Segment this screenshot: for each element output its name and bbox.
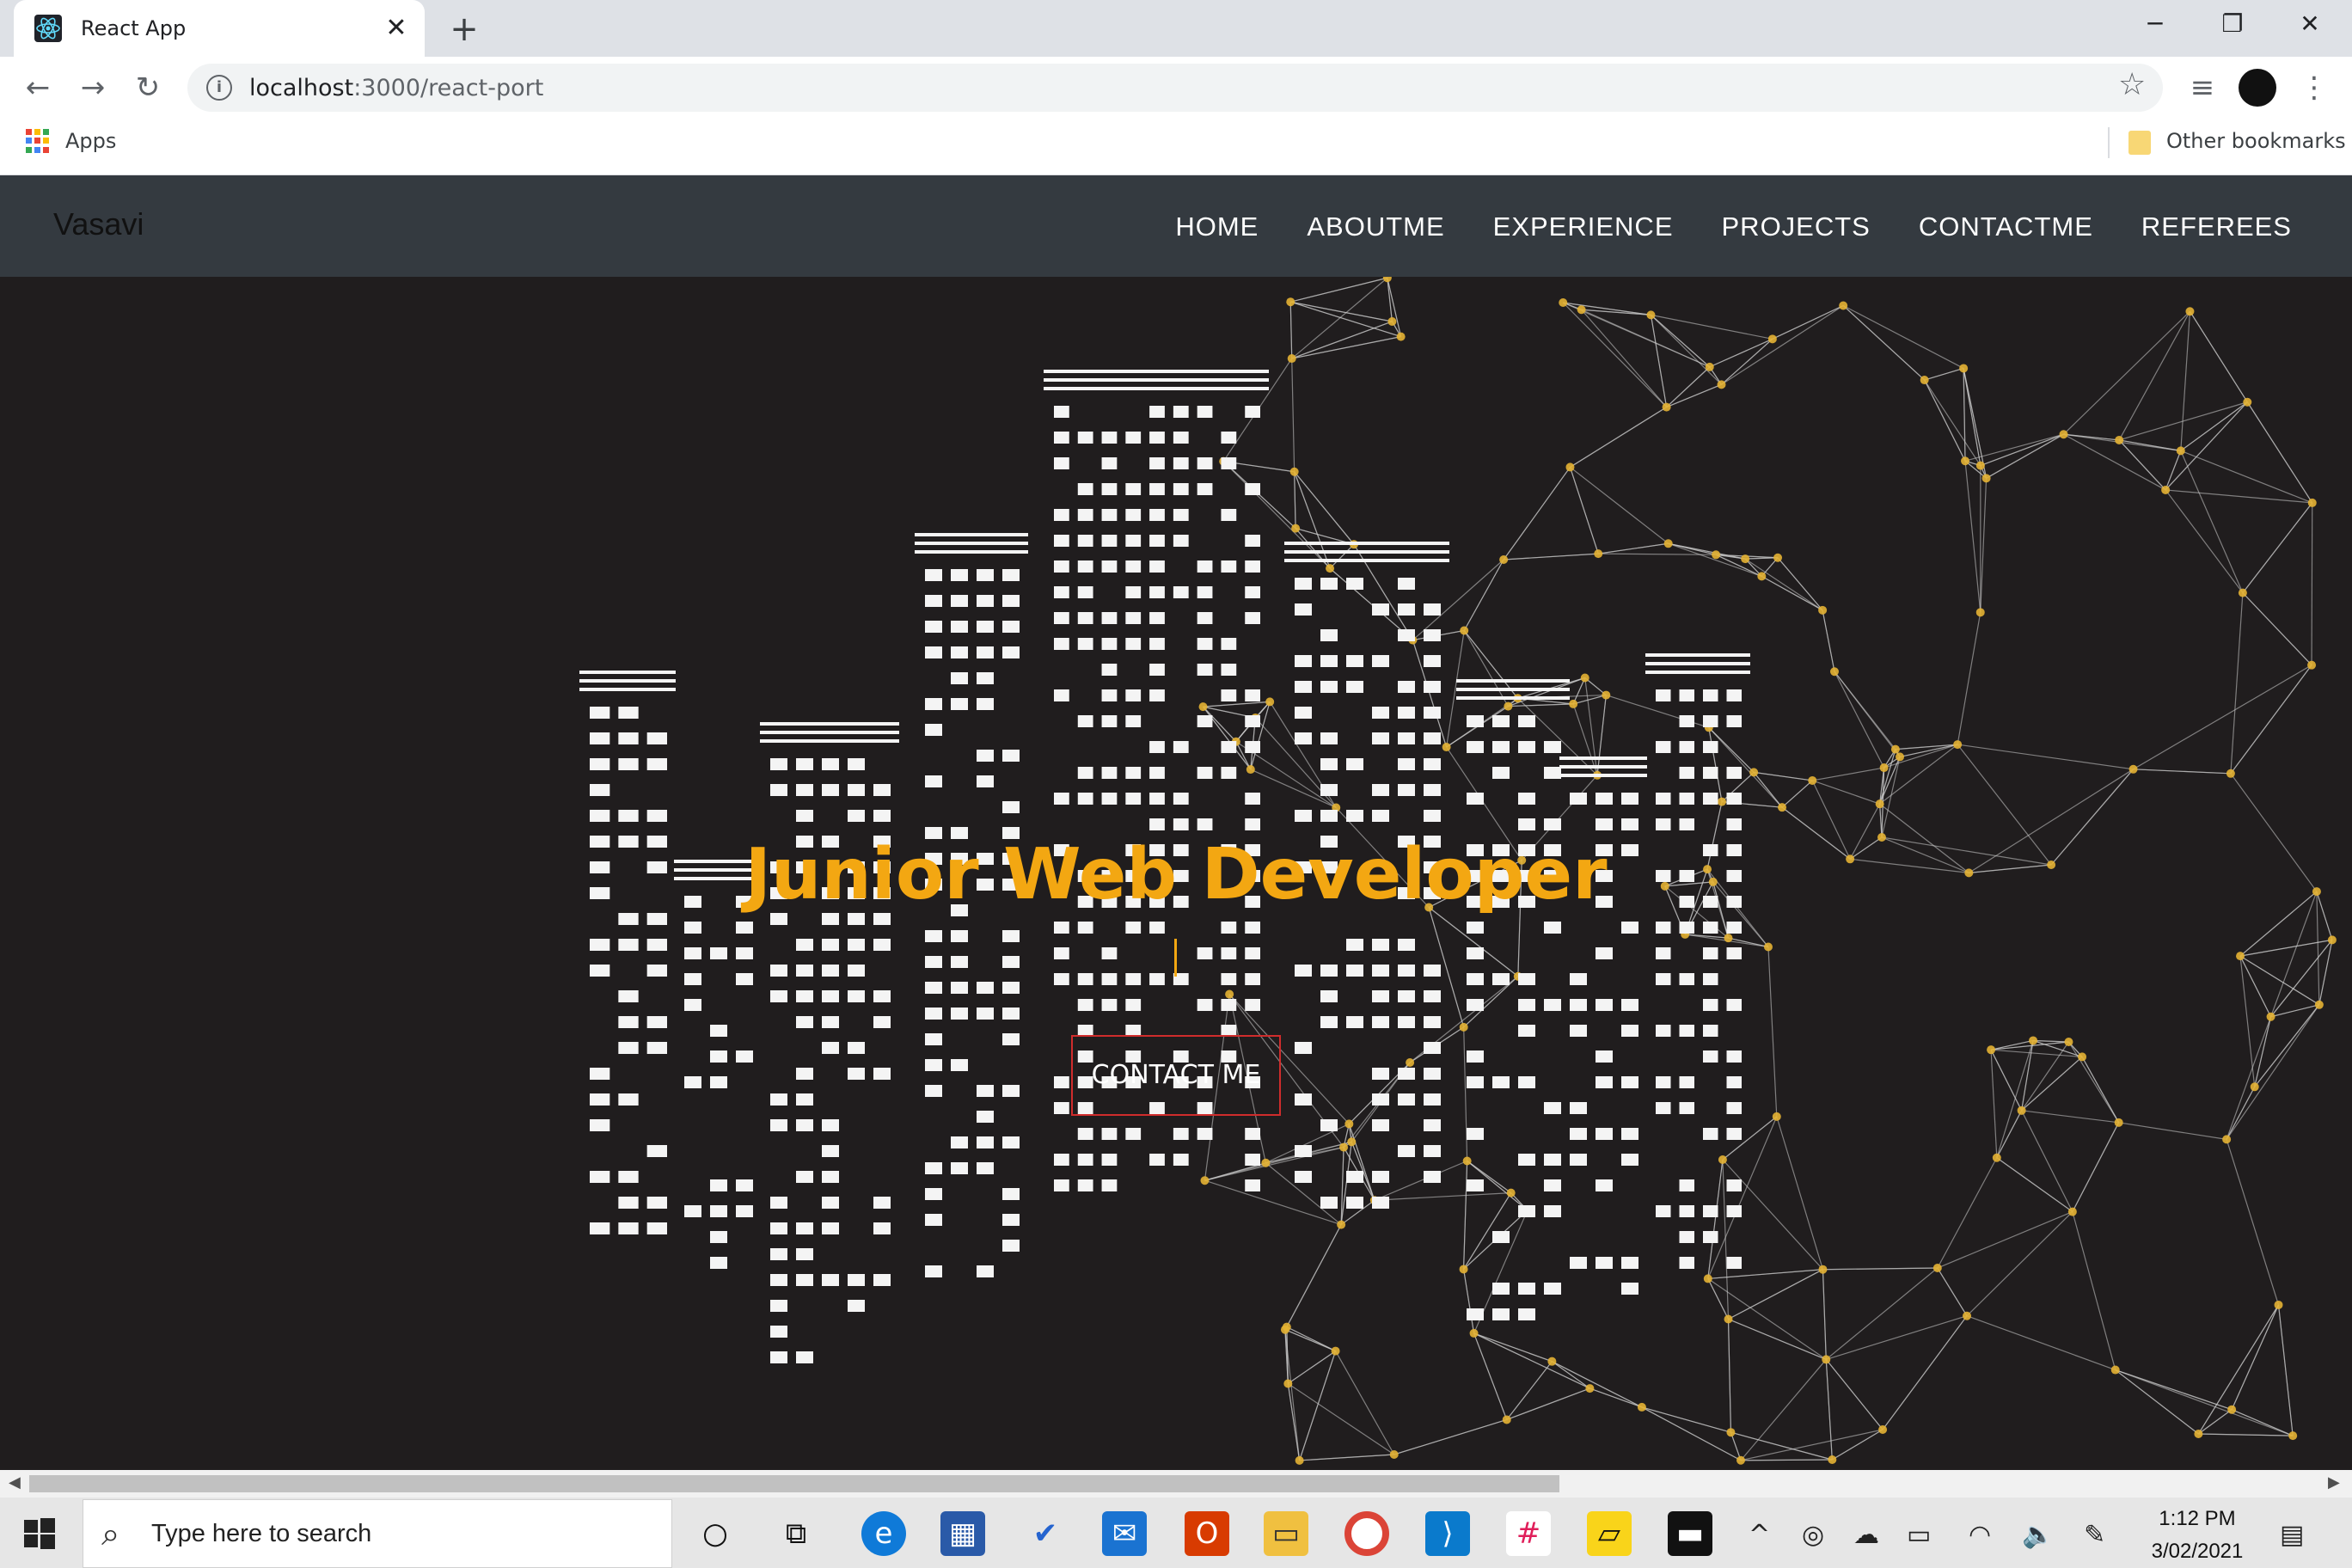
typing-cursor [1174, 939, 1177, 977]
menu-kebab-icon[interactable]: ⋮ [2295, 69, 2333, 107]
address-bar[interactable]: i localhost:3000/react-port [187, 64, 2163, 112]
close-window-icon[interactable]: ✕ [2271, 0, 2349, 48]
wifi-icon[interactable]: ◠ [1969, 1520, 1991, 1550]
minimize-icon[interactable]: ─ [2116, 0, 2194, 48]
clock-time: 1:12 PM [2159, 1507, 2236, 1530]
contact-me-button[interactable]: CONTACT ME [1071, 1035, 1281, 1116]
horizontal-scrollbar[interactable]: ◀ ▶ [0, 1470, 2352, 1498]
nav-projects[interactable]: PROJECTS [1722, 211, 1871, 242]
windows-start-icon[interactable] [22, 1516, 57, 1551]
scroll-right-icon[interactable]: ▶ [2328, 1473, 2340, 1491]
media-control-icon[interactable]: ≡ [2184, 69, 2221, 107]
clock-date: 3/02/2021 [2151, 1540, 2244, 1563]
terminal-icon[interactable]: ▬ [1668, 1511, 1712, 1556]
hero-title: Junior Web Developer [744, 834, 1608, 916]
todo-icon[interactable]: ✔ [1023, 1511, 1068, 1556]
bookmark-star-icon[interactable]: ☆ [2118, 67, 2146, 102]
back-icon[interactable]: ← [19, 69, 57, 107]
sticky-notes-icon[interactable]: ▱ [1587, 1511, 1632, 1556]
site-brand[interactable]: Vasavi [53, 206, 144, 242]
task-view-icon[interactable]: ⧉ [774, 1511, 818, 1556]
nav-home[interactable]: HOME [1175, 211, 1259, 242]
info-icon[interactable]: i [206, 75, 232, 101]
show-hidden-icons-icon[interactable]: ^ [1749, 1520, 1770, 1550]
edge-icon[interactable]: e [861, 1511, 906, 1556]
site-nav-links: HOME ABOUTME EXPERIENCE PROJECTS CONTACT… [1175, 211, 2292, 242]
taskbar-clock[interactable]: 1:12 PM 3/02/2021 [2128, 1503, 2266, 1568]
apps-icon[interactable] [26, 129, 50, 153]
mail-icon[interactable]: ✉ [1102, 1511, 1147, 1556]
apps-bookmark[interactable]: Apps [65, 129, 116, 153]
other-bookmarks[interactable]: Other bookmarks [2166, 129, 2346, 153]
nav-referees[interactable]: REFEREES [2141, 211, 2292, 242]
nav-experience[interactable]: EXPERIENCE [1493, 211, 1674, 242]
nav-contactme[interactable]: CONTACTME [1919, 211, 2093, 242]
vscode-icon[interactable]: ⟩ [1425, 1511, 1470, 1556]
taskbar-search-placeholder[interactable]: Type here to search [151, 1520, 371, 1548]
slack-icon[interactable]: # [1506, 1511, 1551, 1556]
tab-title: React App [81, 16, 187, 40]
bookmark-separator [2108, 127, 2110, 158]
url-path: :3000/react-port [353, 74, 544, 101]
nav-aboutme[interactable]: ABOUTME [1307, 211, 1444, 242]
search-icon: ⌕ [101, 1515, 120, 1553]
folder-icon [2128, 131, 2151, 155]
url-host: localhost [249, 74, 354, 101]
meet-icon[interactable]: ◎ [1802, 1520, 1824, 1550]
reload-icon[interactable]: ↻ [129, 69, 167, 107]
react-icon [34, 15, 62, 42]
pen-icon[interactable]: ✎ [2084, 1520, 2105, 1550]
scroll-left-icon[interactable]: ◀ [9, 1473, 21, 1491]
profile-avatar[interactable] [2239, 69, 2276, 107]
tab-react-app[interactable]: React App ✕ [14, 0, 425, 57]
forward-icon[interactable]: → [74, 69, 112, 107]
file-explorer-icon[interactable]: ▭ [1264, 1511, 1308, 1556]
bookmarks-bar [0, 119, 2352, 175]
notifications-icon[interactable]: ▤ [2280, 1520, 2304, 1550]
store-icon[interactable]: ▦ [940, 1511, 985, 1556]
browser-toolbar: ← → ↻ i localhost:3000/react-port ≡ ⋮ [0, 57, 2352, 119]
scrollbar-thumb[interactable] [29, 1475, 1559, 1492]
chrome-icon[interactable] [1344, 1511, 1389, 1556]
new-tab-button[interactable]: + [445, 10, 483, 48]
hero-section: Junior Web Developer CONTACT ME [0, 277, 2352, 1470]
onedrive-icon[interactable]: ☁ [1853, 1520, 1879, 1550]
close-tab-icon[interactable]: ✕ [382, 14, 411, 43]
restore-icon[interactable]: ❐ [2194, 0, 2271, 48]
cortana-icon[interactable]: ○ [693, 1511, 738, 1556]
battery-icon[interactable]: ▭ [1907, 1520, 1931, 1550]
volume-muted-icon[interactable]: 🔈 [2022, 1520, 2054, 1550]
office-icon[interactable]: O [1185, 1511, 1229, 1556]
